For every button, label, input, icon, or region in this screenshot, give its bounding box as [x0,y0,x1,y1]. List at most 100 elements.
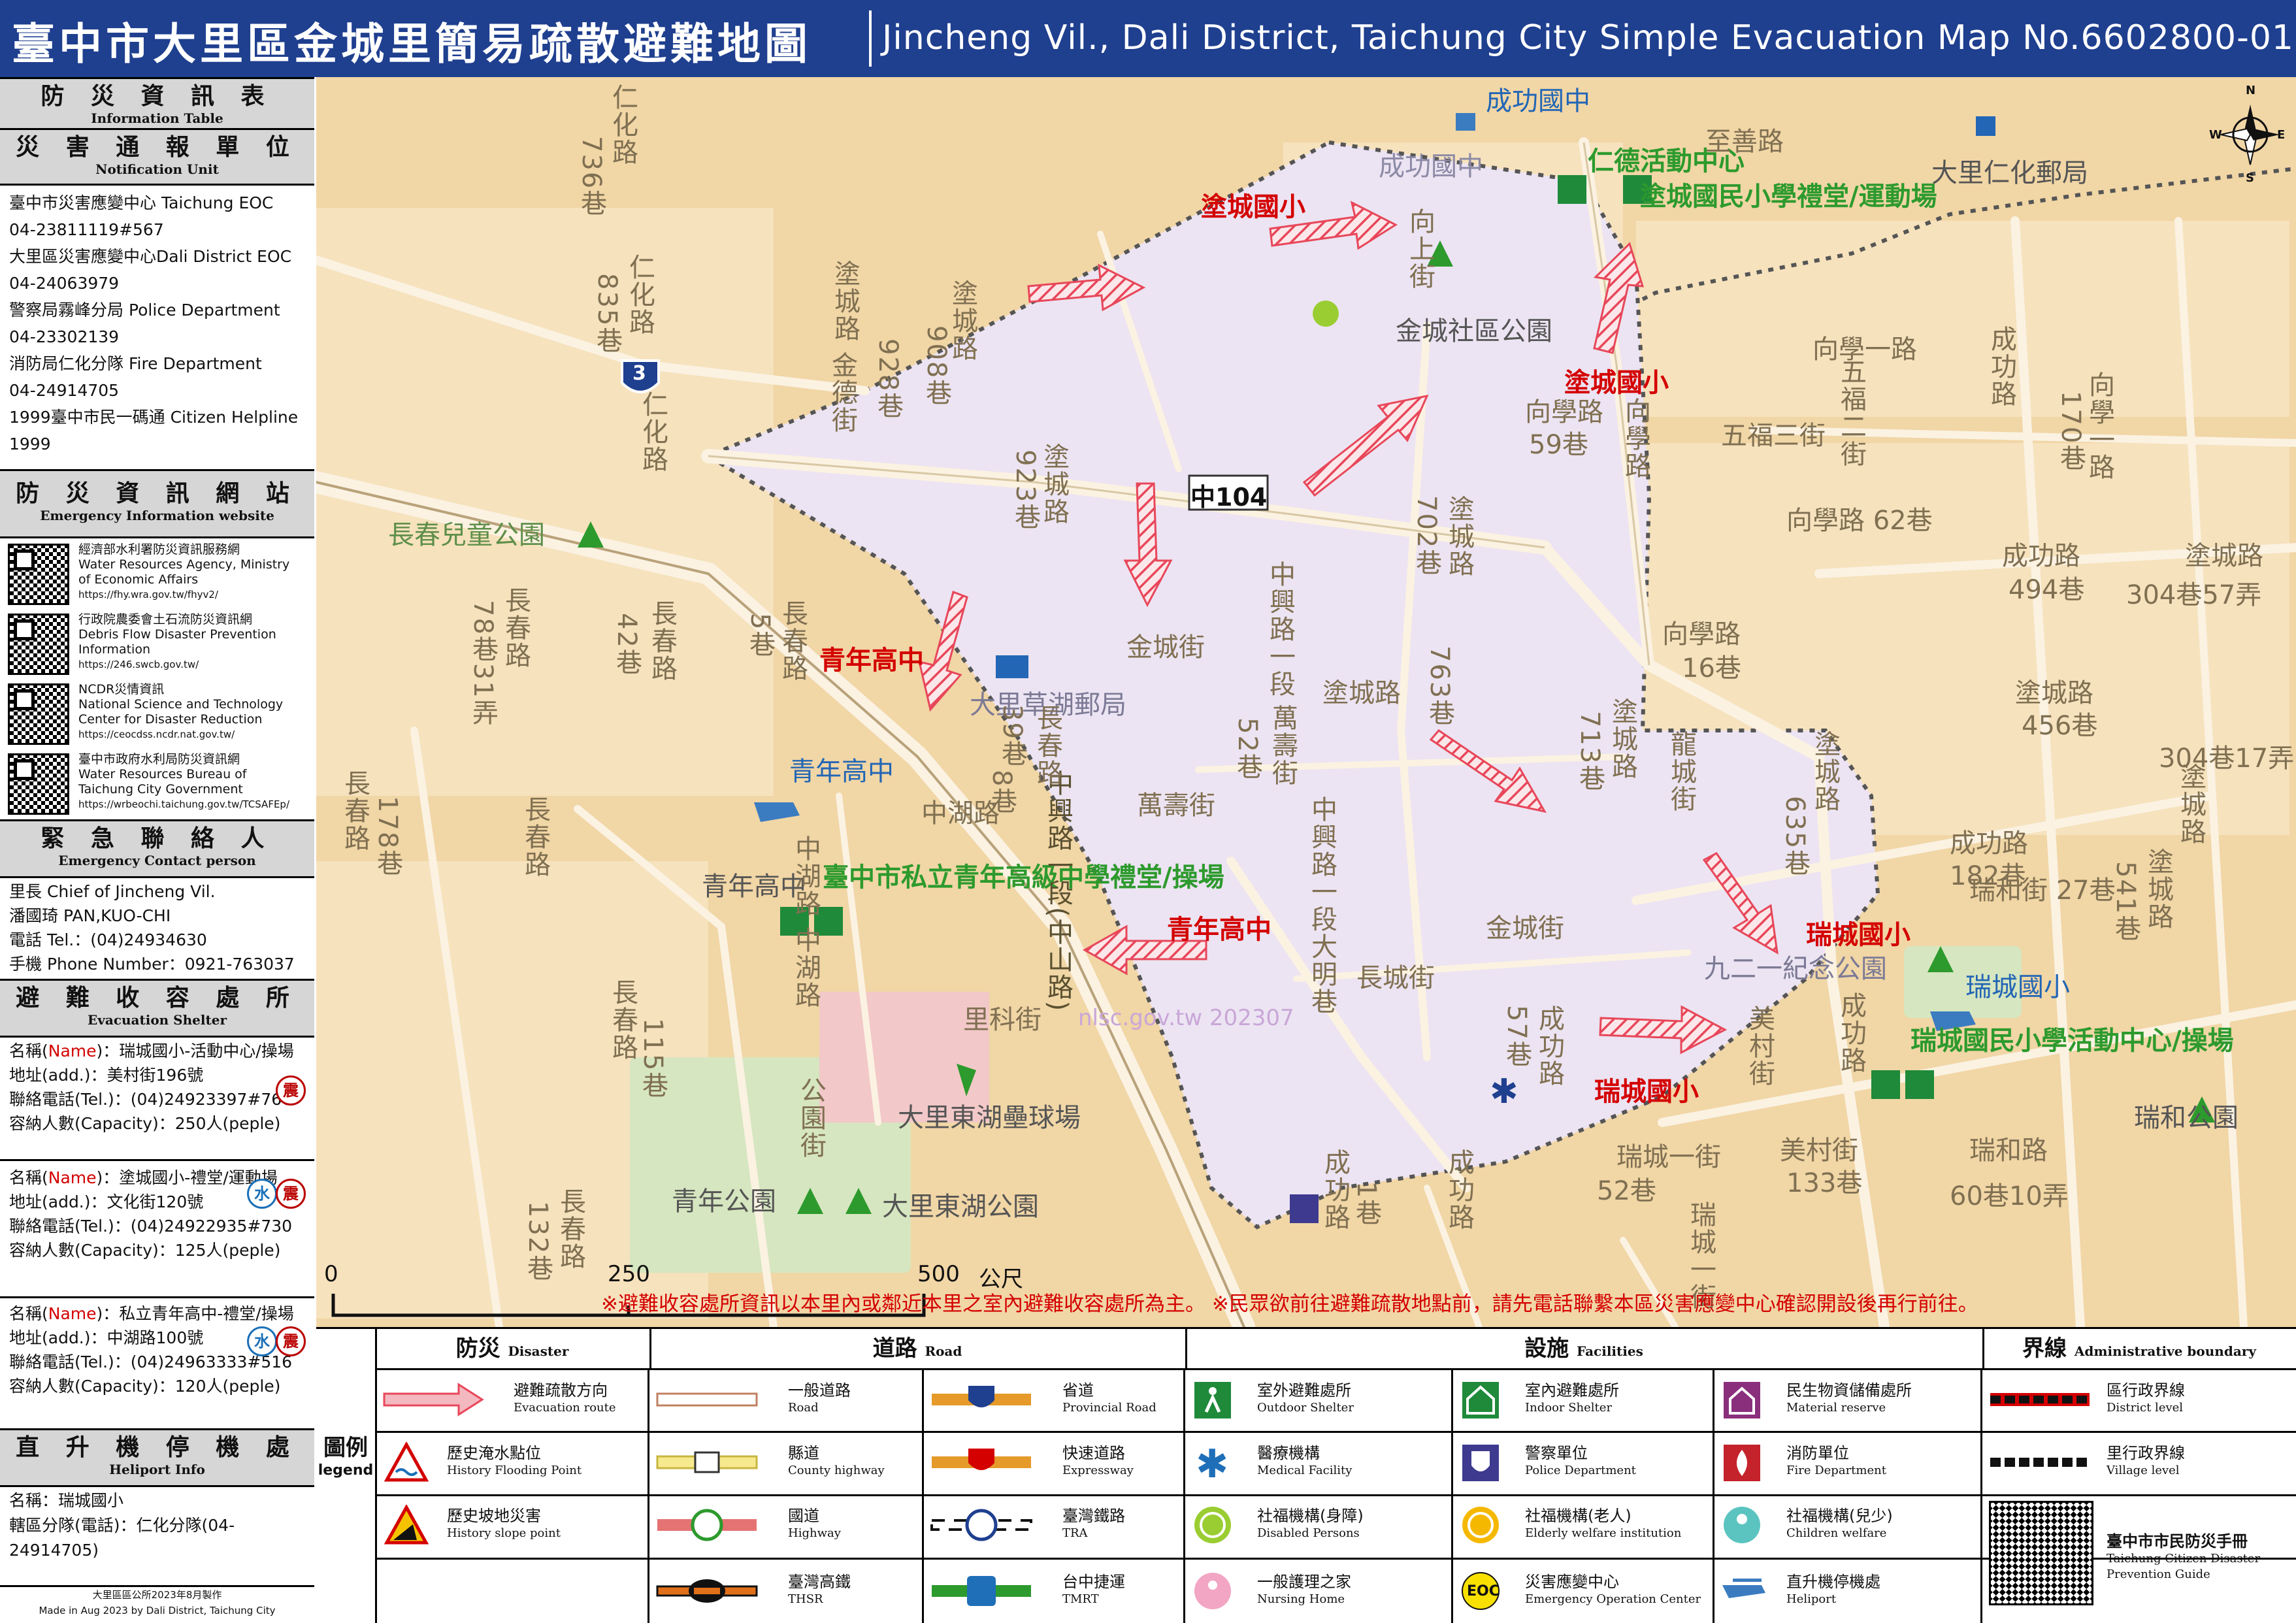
title-divider [869,10,872,67]
road-label: 長春路 [555,1188,585,1270]
map-watermark: nlsc.gov.tw 202307 [1078,1005,1294,1031]
website-item[interactable]: 臺中市政府水利局防災資訊網 Water Resources Bureau of … [5,749,312,815]
website-item[interactable]: 行政院農委會土石流防災資訊網 Debris Flow Disaster Prev… [5,610,312,675]
legend-item-national-highway: 國道 Highway [649,1496,924,1554]
notification-line: 消防局仁化分隊 Fire Department [9,354,262,373]
road-label: 塗城路 [1607,698,1637,780]
contact-list: 里長 Chief of Jincheng Vil. 潘國琦 PAN,KUO-CH… [9,882,295,974]
shelter-label: 塗城國民小學禮堂/運動場 [1640,182,1937,212]
road-label: 42巷 [612,613,642,676]
school-label: 成功國中 [1486,86,1590,116]
road-label: 塗城路 [2176,763,2206,845]
road-label: 成功路 [2002,541,2080,571]
school-label: 瑞城國小 [1965,972,2070,1002]
road-label: 304巷17弄 [2159,744,2295,774]
earthquake-badge: 震 [276,1075,306,1106]
medical-icon: ✱ [1490,1072,1518,1111]
legend-item-outdoor-shelter: 室外避難處所 Outdoor Shelter [1185,1370,1453,1429]
evacuation-map[interactable]: ✱ 3 中104 nlsc.gov.tw 202307 塗城國小 塗城國小 青年… [316,77,2296,1327]
legend-item-slope: 歷史坡地災害 History slope point [375,1496,649,1554]
notification-line: 04-23302139 [9,327,120,346]
earthquake-badge: 震 [276,1326,306,1356]
compass-e: E [2277,128,2286,142]
road-label: 長春路 [647,600,677,682]
website-url[interactable]: https://246.swcb.gov.tw/ [78,657,314,672]
road-label: 成功路 [1986,325,2016,408]
svg-text:✱: ✱ [1196,1442,1228,1483]
shelter-label: 瑞城國民小學活動中心/操場 [1911,1026,2234,1056]
indoor-shelter-icon [1558,175,1586,204]
website-url[interactable]: https://fhy.wra.gov.tw/fhyv2/ [78,587,314,602]
road-label: 成功路 [1836,992,1866,1074]
website-url[interactable]: https://ceocdss.ncdr.nat.gov.tw/ [78,727,314,742]
road-label: 39巷 [997,704,1027,768]
guide-label: 臺中市市民防災手冊 Taichung Citizen Disaster Prev… [2107,1532,2261,1581]
road-label: 702巷 [1411,495,1441,577]
notification-line: 臺中市災害應變中心 Taichung EOC [9,193,274,212]
notification-line: 04-23811119#567 [9,220,164,239]
scale-tick-label: 250 [608,1261,650,1287]
flood-badge: 水 [247,1326,277,1356]
road-label: 133巷 [1786,1168,1863,1198]
notification-line: 警察局霧峰分局 Police Department [9,301,280,320]
guide-qr-code-icon[interactable] [1989,1501,2093,1605]
shelter-label: 臺中市私立青年高級中學禮堂/操場 [823,862,1224,893]
road-label: 115巷 [638,1018,668,1100]
road-label: 60巷10弄 [1950,1181,2069,1211]
disabled-welfare-icon [1313,301,1339,327]
county-shield-label: 中104 [1190,483,1268,512]
website-url[interactable]: https://wrbeochi.taichung.gov.tw/TCSAFEp… [78,797,314,812]
legend-item-nursing-home: 一般護理之家 Nursing Home [1185,1562,1453,1620]
road-label: 公園街 [796,1077,826,1159]
legend-item-flooding: 歷史淹水點位 History Flooding Point [375,1433,649,1492]
road-label: 塗城路 [1322,678,1401,708]
road-label: 928巷 [873,338,903,420]
road-label: 萬壽街 [1137,791,1215,821]
road-label: 763巷 [1424,646,1454,727]
road-label: 塗城路 [2143,848,2173,930]
legend-item-expressway: 快速道路 Expressway [924,1433,1185,1492]
road-label: 成功路 [1444,1149,1474,1231]
poi-label: 青年公園 [672,1187,776,1217]
scale-tick-label: 0 [324,1261,338,1287]
indoor-shelter-icon [1871,1070,1900,1099]
road-label: 里科街 [963,1005,1041,1035]
arrow-label: 青年高中 [1167,915,1271,945]
road-label: 908巷 [921,325,951,407]
sidebar-footer: 大里區區公所2023年8月製作 Made in Aug 2023 by Dali… [0,1585,314,1621]
shelter-item: 名稱(Name)：私立青年高中-禮堂/操場 地址(add.)：中湖路100號 聯… [9,1302,310,1398]
notification-list: 臺中市災害應變中心 Taichung EOC 04-23811119#567 大… [9,189,298,457]
legend-title: 圖例 legend [316,1329,377,1623]
road-label: 78巷31弄 [468,600,498,727]
road-label: 金城街 [1486,913,1564,943]
website-item[interactable]: NCDR災情資訊 National Science and Technology… [5,680,312,745]
road-label: 龍城街 [1666,730,1696,813]
road-label: 向學路 [1662,619,1741,649]
road-label: 萬壽街 [1268,704,1298,787]
road-label: 美村街 [1745,1005,1775,1087]
arrow-label: 瑞城國小 [1806,920,1911,950]
road-label: 835巷 [592,273,622,355]
poi-label: 九二一紀念公園 [1704,954,1887,984]
post-office-icon [996,655,1028,678]
road-label: 456巷 [2022,711,2098,741]
road-label: 170巷 [2056,391,2086,472]
flood-badge: 水 [247,1179,277,1209]
road-label: 736巷 [576,136,606,218]
website-item[interactable]: 經濟部水利署防災資訊服務網 Water Resources Agency, Mi… [5,540,312,605]
road-label: 923巷 [1010,450,1040,531]
shelter-header: 避 難 收 容 處 所 Evacuation Shelter [0,979,314,1038]
road-label: 541巷 [2110,861,2140,943]
heliport-header: 直 升 機 停 機 處 Heliport Info [0,1428,314,1487]
notification-line: 04-24063979 [9,274,120,293]
qr-code-icon [8,753,69,815]
road-label: 中湖路 [791,926,821,1009]
shelter-item: 名稱(Name)：瑞城國小-活動中心/操場 地址(add.)：美村街196號 聯… [9,1039,310,1136]
qr-code-icon [8,614,69,675]
road-label: 中興路一段大明巷 [1307,796,1337,1015]
arrow-label: 瑞城國小 [1594,1077,1699,1107]
qr-code-icon [8,683,69,745]
website-header: 防 災 資 訊 網 站 Emergency Information websit… [0,469,314,538]
road-label: 向學路 62巷 [1786,506,1933,536]
road-label: 713巷 [1575,711,1605,793]
